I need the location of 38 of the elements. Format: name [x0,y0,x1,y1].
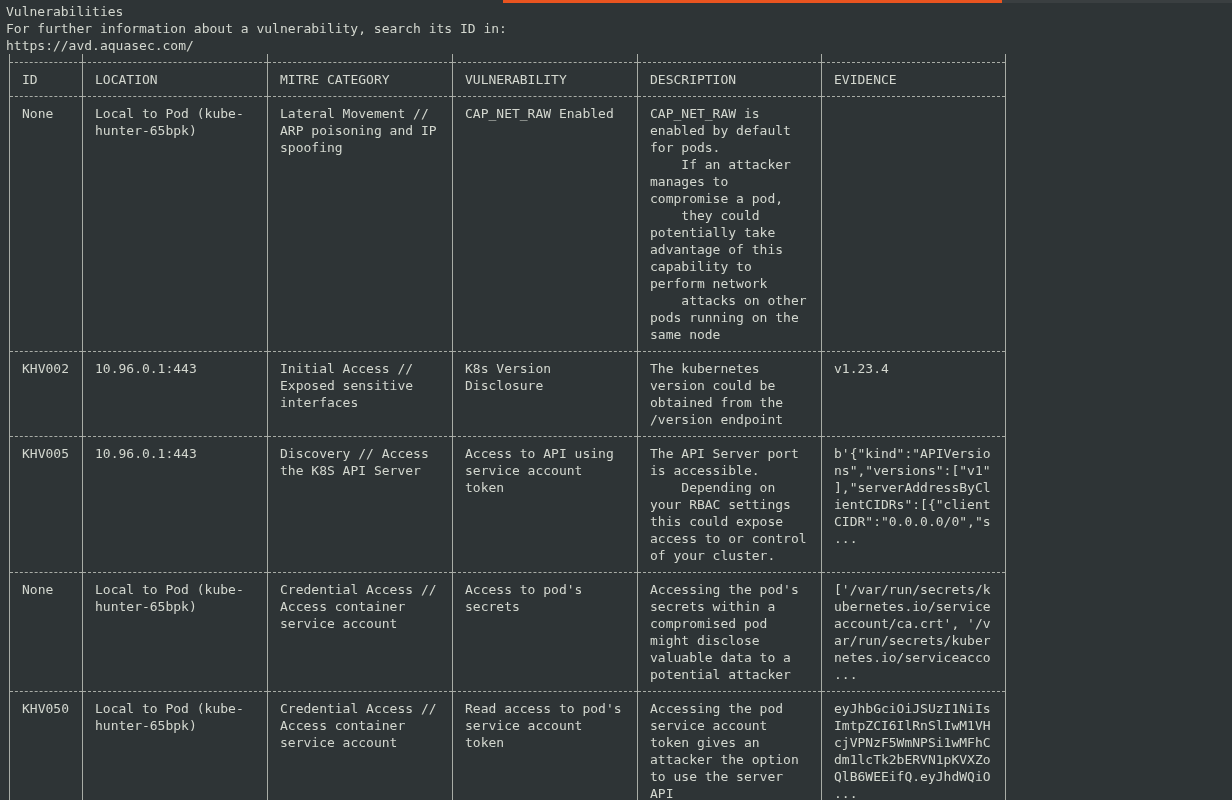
table-cell: The API Server port is accessible. Depending on your RBAC settings this could expose access to or control of your cluster. [637,445,821,564]
table-cell: eyJhbGciOiJSUzI1NiIs ImtpZCI6IlRnSlIwM1VH cjVPNzF5WmNPSi1wMFhC dm1lcTk2bERVN1pKVXZo QlB6WEEifQ.eyJhdWQiO ... [821,700,1006,800]
table-cell: Read access to pod's service account token [452,700,637,800]
table-cell: 10.96.0.1:443 [82,445,267,564]
table-cell: Local to Pod (kube- hunter-65bpk) [82,700,267,800]
table-cell: CAP_NET_RAW Enabled [452,105,637,343]
column-header: ID [9,71,82,88]
table-cell: Lateral Movement // ARP poisoning and IP spoofing [267,105,452,343]
table-cell: Credential Access // Access container service account [267,700,452,800]
table-cell: v1.23.4 [821,360,1006,428]
table-cell: CAP_NET_RAW is enabled by default for pods. If an attacker manages to compromise a pod, they could potentially take advantage of this capability to perform network attacks on other pods running on the same node [637,105,821,343]
url-text: https://avd.aquasec.com/ [6,37,194,54]
column-header: VULNERABILITY [452,71,637,88]
table-cell: Initial Access // Exposed sensitive interfaces [267,360,452,428]
table-cell: The kubernetes version could be obtained from the /version endpoint [637,360,821,428]
table-cell: 10.96.0.1:443 [82,360,267,428]
column-header: MITRE CATEGORY [267,71,452,88]
info-text: For further information about a vulnerability, search its ID in: [6,20,507,37]
table-cell: Access to API using service account token [452,445,637,564]
table-cell: Local to Pod (kube- hunter-65bpk) [82,581,267,683]
column-header: EVIDENCE [821,71,1006,88]
table-cell: Credential Access // Access container service account [267,581,452,683]
table-cell: Local to Pod (kube- hunter-65bpk) [82,105,267,343]
table-cell: KHV050 [9,700,82,800]
table-cell: Accessing the pod's secrets within a compromised pod might disclose valuable data to a potential attacker [637,581,821,683]
title-text: Vulnerabilities [6,3,124,20]
column-header: LOCATION [82,71,267,88]
table-cell: Discovery // Access the K8S API Server [267,445,452,564]
table-cell: b'{"kind":"APIVersio ns","versions":["v1" ],"serverAddressByCl ientCIDRs":[{"client CIDR":"0.0.0.0/0","s ... [821,445,1006,564]
table-cell: None [9,581,82,683]
table-cell: Accessing the pod service account token gives an attacker the option to use the server API [637,700,821,800]
table-cell: ['/var/run/secrets/k ubernetes.io/service account/ca.crt', '/v ar/run/secrets/kuber netes.io/serviceacco ... [821,581,1006,683]
table-cell: None [9,105,82,343]
table-cell: K8s Version Disclosure [452,360,637,428]
column-header: DESCRIPTION [637,71,821,88]
table-cell: KHV005 [9,445,82,564]
table-cell: KHV002 [9,360,82,428]
table-cell: Access to pod's secrets [452,581,637,683]
